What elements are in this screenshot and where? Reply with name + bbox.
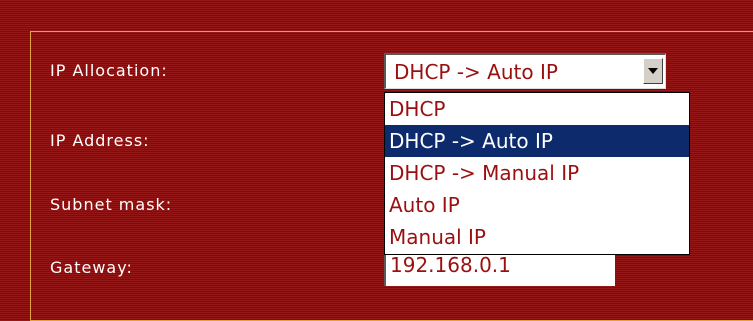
dropdown-option-auto-ip[interactable]: Auto IP <box>385 189 689 221</box>
dropdown-option-dhcp-manual-ip[interactable]: DHCP -> Manual IP <box>385 157 689 189</box>
dropdown-option-dhcp[interactable]: DHCP <box>385 93 689 125</box>
chevron-down-icon <box>648 68 658 74</box>
gateway-label: Gateway: <box>50 258 133 277</box>
ip-allocation-select[interactable]: DHCP -> Auto IP <box>384 53 666 89</box>
ip-address-label: IP Address: <box>50 131 150 150</box>
dropdown-option-manual-ip[interactable]: Manual IP <box>385 221 689 253</box>
ip-allocation-dropdown-list[interactable]: DHCP DHCP -> Auto IP DHCP -> Manual IP A… <box>384 92 690 255</box>
gateway-input[interactable]: 192.168.0.1 <box>384 250 615 286</box>
ip-allocation-selected-value: DHCP -> Auto IP <box>394 60 558 84</box>
subnet-mask-label: Subnet mask: <box>50 195 173 214</box>
dropdown-arrow-button[interactable] <box>643 58 663 84</box>
ip-allocation-label: IP Allocation: <box>50 61 168 80</box>
dropdown-option-dhcp-auto-ip[interactable]: DHCP -> Auto IP <box>385 125 689 157</box>
